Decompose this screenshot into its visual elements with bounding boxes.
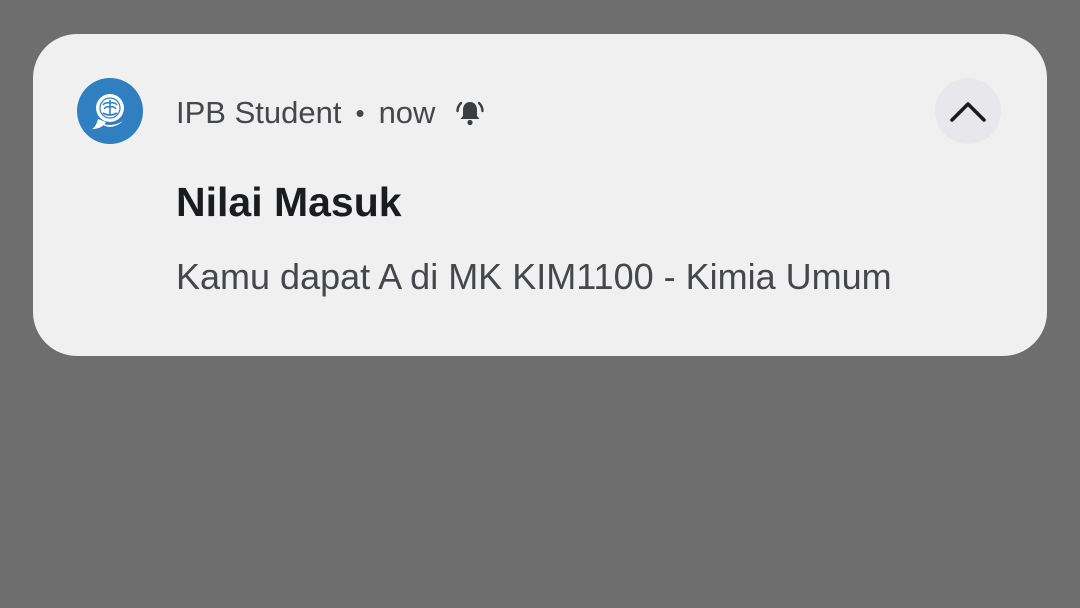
- bell-ring-icon: [455, 98, 485, 128]
- chevron-up-icon: [948, 91, 988, 131]
- notification-shade: IPB Student • now Nilai Masuk Kamu dapat…: [0, 0, 1080, 608]
- notification-header: IPB Student • now: [176, 91, 485, 135]
- notification-card[interactable]: IPB Student • now Nilai Masuk Kamu dapat…: [33, 34, 1047, 356]
- app-name: IPB Student: [176, 95, 342, 130]
- ipb-logo-icon: [77, 78, 143, 144]
- header-separator: •: [355, 97, 365, 128]
- notification-body: Kamu dapat A di MK KIM1100 - Kimia Umum: [176, 256, 892, 297]
- notification-title: Nilai Masuk: [176, 179, 402, 225]
- collapse-button[interactable]: [935, 78, 1001, 144]
- notification-time: now: [378, 95, 436, 130]
